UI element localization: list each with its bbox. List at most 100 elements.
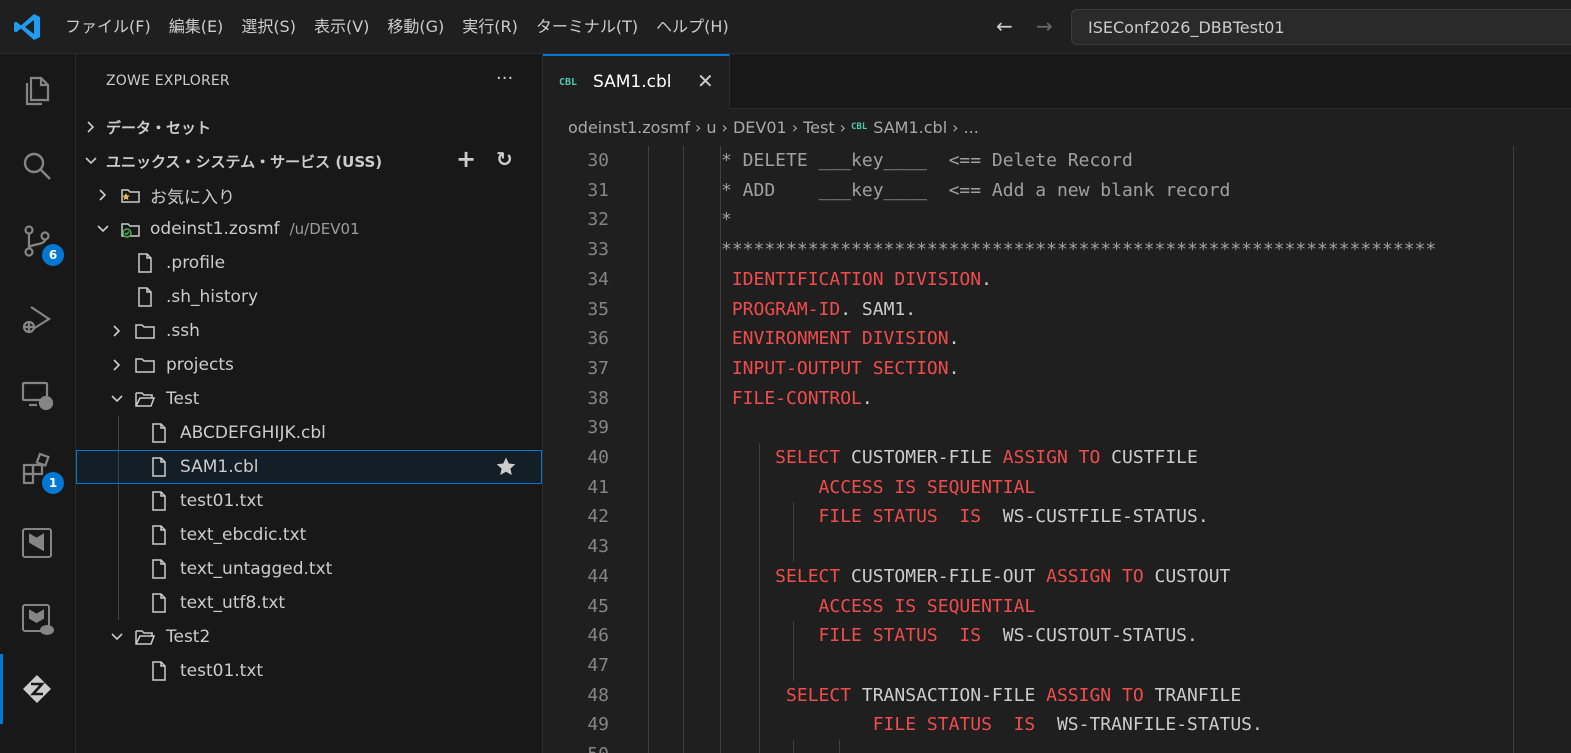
tree-item-folder[interactable]: projects [76,348,542,382]
extensions-icon[interactable]: 1 [14,446,64,494]
chevron-down-icon [94,220,112,238]
tree-item-file[interactable]: ABCDEFGHIJK.cbl [76,416,542,450]
remote-explorer-icon[interactable] [14,372,60,418]
tree-item-file[interactable]: text_utf8.txt [76,586,542,620]
code-text: * [721,205,732,235]
code-text: FILE STATUS IS WS-TRANFILE-STATUS. [721,710,1263,740]
menu-run[interactable]: 実行(R) [453,0,527,54]
menu-edit[interactable]: 編集(E) [160,0,233,54]
tree-item-file[interactable]: test01.txt [76,484,542,518]
code-comment: * [721,209,732,231]
code-line[interactable]: 42 FILE STATUS IS WS-CUSTFILE-STATUS. [543,502,1571,532]
close-icon[interactable]: ✕ [697,69,714,93]
code-line[interactable]: 50 [543,740,1571,753]
code-line[interactable]: 30 * DELETE ___key____ <== Delete Record [543,146,1571,176]
breadcrumb-item[interactable]: ... [964,118,979,137]
add-icon[interactable]: + [456,145,476,173]
refresh-icon[interactable]: ↻ [496,147,513,171]
code-line[interactable]: 35 PROGRAM-ID. SAM1. [543,295,1571,325]
code-line[interactable]: 39 [543,413,1571,443]
more-actions-icon[interactable]: ··· [496,68,513,89]
chevron-right-icon [108,322,126,340]
code-line[interactable]: 47 [543,651,1571,681]
star-icon[interactable] [495,456,517,478]
code-editor[interactable]: 30 * DELETE ___key____ <== Delete Record 3… [543,146,1571,753]
section-datasets-label: データ・セット [106,118,212,137]
cobol-file-icon: CBL [851,122,868,132]
chevron-right-icon: › [791,117,799,137]
menu-terminal[interactable]: ターミナル(T) [527,0,647,54]
code-line[interactable]: 43 [543,532,1571,562]
vscode-logo-icon[interactable] [12,12,42,42]
code-token: TRANSACTION-FILE [851,684,1047,706]
code-token: WS-CUSTFILE-STATUS. [981,506,1209,528]
chevron-right-icon [94,186,112,204]
search-icon[interactable] [14,144,60,190]
tree-item-file[interactable]: text_untagged.txt [76,552,542,586]
tree-item-profile[interactable]: odeinst1.zosmf/u/DEV01 [76,212,542,246]
tree-item-file-selected[interactable]: SAM1.cbl [76,450,542,484]
code-line[interactable]: 45 ACCESS IS SEQUENTIAL [543,592,1571,622]
code-line[interactable]: 31 * ADD ___key____ <== Add a new blank r… [543,176,1571,206]
breadcrumb-item[interactable]: Test [803,118,835,137]
code-line[interactable]: 44 SELECT CUSTOMER-FILE-OUT ASSIGN TO CU… [543,562,1571,592]
breadcrumb-item[interactable]: odeinst1.zosmf [568,118,690,137]
menu-help[interactable]: ヘルプ(H) [647,0,738,54]
code-line[interactable]: 34 IDENTIFICATION DIVISION. [543,265,1571,295]
section-uss[interactable]: ユニックス・システム・サービス (USS) + ↻ [76,144,542,178]
file-icon [148,422,170,444]
terraform-icon[interactable] [14,520,60,566]
code-token: WS-TRANFILE-STATUS. [1035,714,1263,736]
code-token: WS-CUSTOUT-STATUS. [981,625,1198,647]
breadcrumb-item[interactable]: SAM1.cbl [873,118,947,137]
code-line[interactable]: 49 FILE STATUS IS WS-TRANFILE-STATUS. [543,710,1571,740]
code-line[interactable]: 46 FILE STATUS IS WS-CUSTOUT-STATUS. [543,621,1571,651]
tree-item-favorites[interactable]: お気に入り [76,178,542,212]
arrow-right-icon[interactable]: → [1036,14,1053,38]
tree-item-folder[interactable]: Test [76,382,542,416]
breadcrumb-item[interactable]: DEV01 [733,118,787,137]
code-line[interactable]: 37 INPUT-OUTPUT SECTION. [543,354,1571,384]
tab-sam1-cbl[interactable]: CBL SAM1.cbl ✕ [543,54,730,109]
tree-item-file[interactable]: test01.txt [76,654,542,688]
code-line[interactable]: 36 ENVIRONMENT DIVISION. [543,324,1571,354]
command-center[interactable]: ISEConf2026_DBBTest01 [1071,9,1571,45]
code-token: . [948,328,960,350]
tree-item-label: Test2 [166,627,211,647]
code-line[interactable]: 48 SELECT TRANSACTION-FILE ASSIGN TO TRA… [543,681,1571,711]
profile-path: /u/DEV01 [289,220,360,238]
zowe-explorer-sidebar: ZOWE EXPLORER ··· データ・セット ユニックス・システム・サービ… [76,54,543,753]
tree-item-folder[interactable]: Test2 [76,620,542,654]
code-line[interactable]: 40 SELECT CUSTOMER-FILE ASSIGN TO CUSTFI… [543,443,1571,473]
menu-view[interactable]: 表示(V) [305,0,378,54]
tree-item-file[interactable]: .sh_history [76,280,542,314]
code-line[interactable]: 32 * [543,205,1571,235]
terraform-cloud-icon[interactable] [14,596,60,642]
code-line[interactable]: 41 ACCESS IS SEQUENTIAL [543,473,1571,503]
menu-go[interactable]: 移動(G) [378,0,453,54]
code-keyword: ENVIRONMENT DIVISION [721,328,949,350]
code-comment: * DELETE ___key____ <== Delete Record [721,150,1133,171]
code-keyword: ACCESS IS SEQUENTIAL [721,476,1036,498]
menu-selection[interactable]: 選択(S) [232,0,305,54]
file-icon [148,490,170,512]
tree-item-file[interactable]: .profile [76,246,542,280]
run-debug-icon[interactable] [14,296,60,342]
activity-bar: 6 1 [0,54,76,753]
zowe-icon[interactable] [14,666,60,712]
explorer-icon[interactable] [14,68,60,114]
tab-bar: CBL SAM1.cbl ✕ [543,54,1571,109]
tree-item-file[interactable]: text_ebcdic.txt [76,518,542,552]
source-control-icon[interactable]: 6 [14,218,64,266]
section-datasets[interactable]: データ・セット [76,110,542,144]
arrow-left-icon[interactable]: ← [996,14,1013,38]
chevron-down-icon [108,390,126,408]
code-line[interactable]: 33 **************************************… [543,235,1571,265]
menu-file[interactable]: ファイル(F) [56,0,160,54]
code-text: IDENTIFICATION DIVISION. [721,265,992,295]
code-line[interactable]: 38 FILE-CONTROL. [543,384,1571,414]
code-text: * ADD ___key____ <== Add a new blank rec… [721,176,1230,206]
code-keyword: ASSIGN TO [1046,565,1144,587]
tree-item-folder[interactable]: .ssh [76,314,542,348]
breadcrumb-item[interactable]: u [706,118,716,137]
